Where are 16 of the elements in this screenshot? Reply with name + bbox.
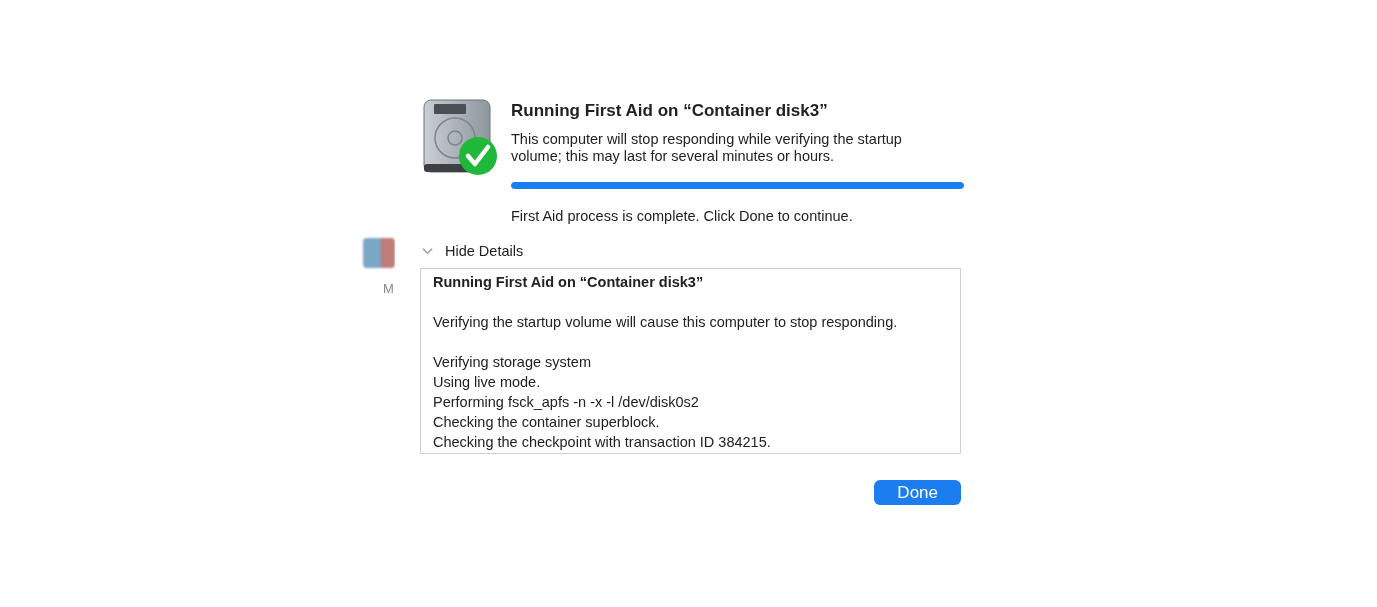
log-line: Verifying storage system [433, 353, 592, 372]
done-button[interactable]: Done [874, 480, 961, 505]
dialog-title: Running First Aid on “Container disk3” [511, 101, 829, 121]
dialog-message: This computer will stop responding while verifying the startup volume; this may last for several minutes or hours. [511, 131, 903, 165]
hard-disk-check-icon [420, 98, 500, 178]
log-heading: Running First Aid on “Container disk3” [433, 273, 705, 292]
log-line: Performing fsck_apfs -n -x -l /dev/disk0s2 [433, 393, 700, 412]
log-line: Verifying the startup volume will cause this computer to stop responding. [433, 313, 899, 332]
chevron-icon [422, 247, 433, 255]
status-message: First Aid process is complete. Click Done to continue. [511, 208, 854, 224]
log-line: Checking the checkpoint with transaction ID 384215. [433, 433, 772, 452]
log-line: Checking the container superblock. [433, 413, 661, 432]
blurred-app-icon [363, 238, 395, 268]
blurred-label: M [383, 281, 395, 296]
details-toggle[interactable]: Hide Details [422, 243, 995, 259]
log-line: Using live mode. [433, 373, 542, 392]
